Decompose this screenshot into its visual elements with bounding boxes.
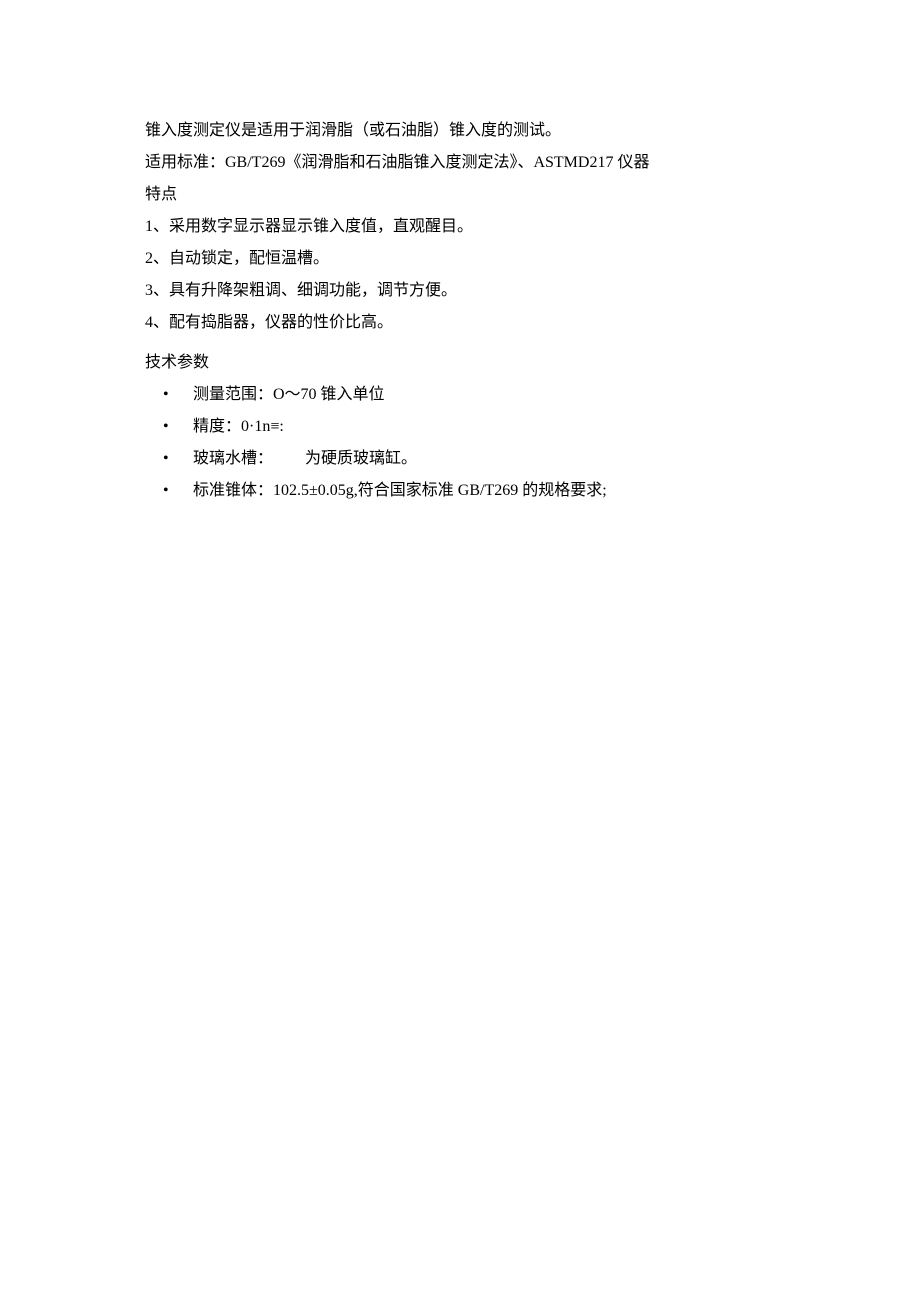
spec-text-1: 测量范围：O～70 锥入单位: [193, 386, 385, 403]
intro-line-1: 锥入度测定仪是适用于润滑脂（或石油脂）锥入度的测试。: [145, 115, 775, 147]
feature-item-3: 3、具有升降架粗调、细调功能，调节方便。: [145, 275, 775, 307]
feature-item-4: 4、配有捣脂器，仪器的性价比高。: [145, 307, 775, 339]
spec-item-3: 玻璃水槽： 为硬质玻璃缸。: [145, 443, 775, 475]
feature-item-1: 1、采用数字显示器显示锥入度值，直观醒目。: [145, 211, 775, 243]
document-body: 锥入度测定仪是适用于润滑脂（或石油脂）锥入度的测试。 适用标准：GB/T269《…: [145, 115, 775, 507]
spec-text-3: 玻璃水槽： 为硬质玻璃缸。: [193, 450, 417, 467]
spec-item-1: 测量范围：O～70 锥入单位: [145, 379, 775, 411]
spec-item-4: 标准锥体：102.5±0.05g,符合国家标准 GB/T269 的规格要求;: [145, 475, 775, 507]
specs-list: 测量范围：O～70 锥入单位 精度：0·1n≡: 玻璃水槽： 为硬质玻璃缸。 标…: [145, 379, 775, 507]
feature-item-2: 2、自动锁定，配恒温槽。: [145, 243, 775, 275]
specs-title: 技术参数: [145, 347, 775, 379]
intro-line-2: 适用标准：GB/T269《润滑脂和石油脂锥入度测定法》、ASTMD217 仪器: [145, 147, 775, 179]
spec-text-2: 精度：0·1n≡:: [193, 418, 284, 435]
intro-line-3: 特点: [145, 179, 775, 211]
spec-text-4: 标准锥体：102.5±0.05g,符合国家标准 GB/T269 的规格要求;: [193, 482, 607, 499]
spec-item-2: 精度：0·1n≡:: [145, 411, 775, 443]
